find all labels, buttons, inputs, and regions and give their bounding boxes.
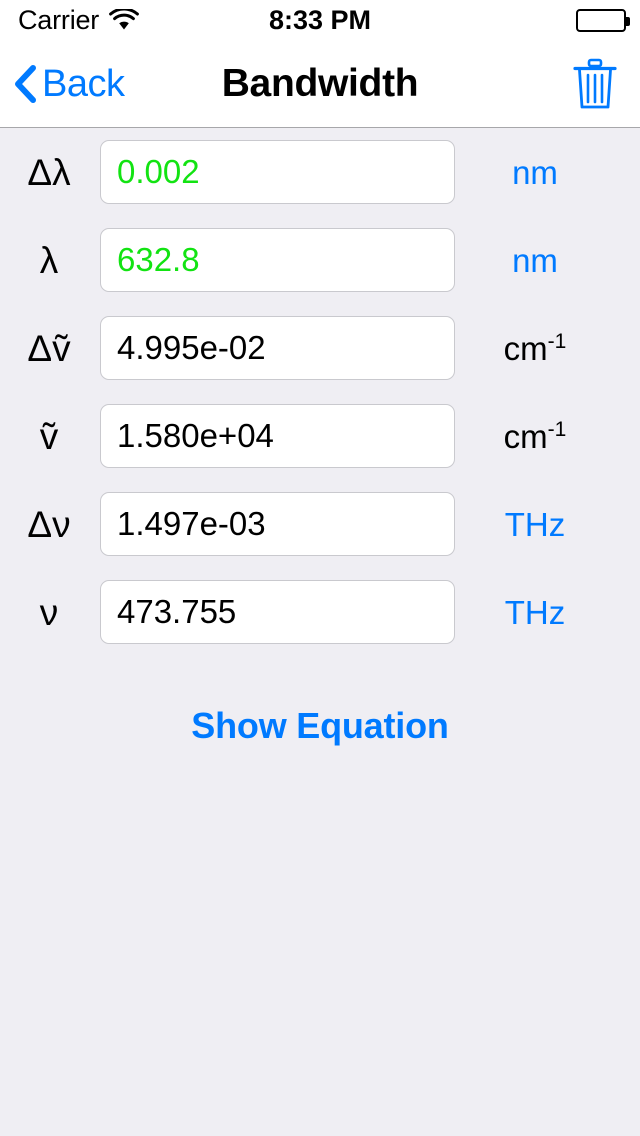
page-title: Bandwidth [221, 61, 419, 105]
delta-wavenumber-unit: cm-1 [455, 329, 615, 367]
row-label: λ [39, 239, 59, 281]
frequency-unit[interactable]: THz [455, 596, 615, 629]
trash-button[interactable] [572, 58, 618, 110]
lambda-input[interactable]: 632.8 [100, 228, 455, 292]
app-screen: Carrier 8:33 PM Back Bandwidth Δλ 0.002 … [0, 0, 640, 1136]
unit-exponent: -1 [547, 329, 567, 353]
row-frequency: ν 473.755 THz [0, 568, 640, 656]
status-bar-time: 8:33 PM [268, 4, 372, 35]
trash-icon [572, 58, 618, 113]
unit-text: THz [504, 505, 566, 543]
frequency-input[interactable]: 473.755 [100, 580, 455, 644]
nav-bar: Back Bandwidth [0, 40, 640, 128]
delta-frequency-input[interactable]: 1.497e-03 [100, 492, 455, 556]
show-equation-button[interactable]: Show Equation [0, 705, 640, 747]
unit-text: nm [512, 241, 558, 279]
delta-lambda-unit[interactable]: nm [455, 156, 615, 189]
status-bar-right [576, 8, 630, 32]
unit-text: cm [503, 329, 548, 367]
delta-frequency-unit[interactable]: THz [455, 508, 615, 541]
row-label: Δλ [27, 151, 71, 193]
unit-exponent: -1 [547, 417, 567, 441]
row-delta-frequency: Δν 1.497e-03 THz [0, 480, 640, 568]
row-delta-lambda: Δλ 0.002 nm [0, 128, 640, 216]
unit-text: nm [512, 153, 558, 191]
bandwidth-form: Δλ 0.002 nm λ 632.8 nm Δṽ 4.995e-02 cm-1… [0, 128, 640, 656]
row-label: ν [39, 591, 59, 633]
delta-lambda-input[interactable]: 0.002 [100, 140, 455, 204]
battery-cap [626, 16, 630, 26]
wavenumber-unit: cm-1 [455, 417, 615, 455]
wavenumber-input[interactable]: 1.580e+04 [100, 404, 455, 468]
row-label: Δν [27, 503, 71, 545]
battery-full-icon [576, 8, 630, 32]
status-bar: Carrier 8:33 PM [0, 0, 640, 40]
unit-text: THz [504, 593, 566, 631]
lambda-unit[interactable]: nm [455, 244, 615, 277]
delta-wavenumber-input[interactable]: 4.995e-02 [100, 316, 455, 380]
row-label: Δṽ [27, 327, 71, 369]
unit-text: cm [503, 417, 548, 455]
row-lambda: λ 632.8 nm [0, 216, 640, 304]
row-wavenumber: ṽ 1.580e+04 cm-1 [0, 392, 640, 480]
row-delta-wavenumber: Δṽ 4.995e-02 cm-1 [0, 304, 640, 392]
row-label: ṽ [39, 415, 59, 457]
